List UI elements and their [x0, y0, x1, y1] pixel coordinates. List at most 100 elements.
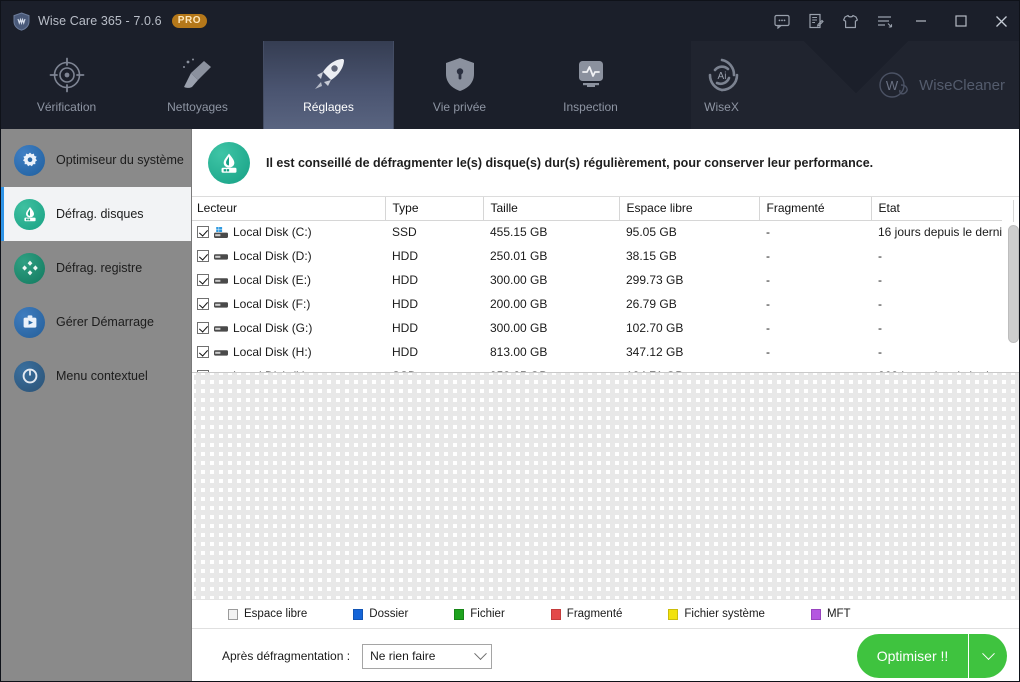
drive-checkbox[interactable] — [197, 346, 209, 358]
column-header-fragmente[interactable]: Fragmenté — [758, 197, 871, 221]
size-cell: 953.85 GB — [483, 364, 619, 372]
sidebar-item-label: Menu contextuel — [56, 369, 148, 383]
legend-item-fragmente: Fragmenté — [550, 608, 623, 620]
column-header-taille[interactable]: Taille — [482, 197, 619, 221]
scrollbar-thumb[interactable] — [1008, 225, 1019, 343]
legend-swatch — [353, 608, 364, 620]
drives-table: Lecteur Type Taille Espace libre Fragmen… — [192, 197, 1002, 372]
table-row[interactable]: Local Disk (F:) HDD 200.00 GB 26.79 GB -… — [192, 292, 1002, 316]
windows-disk-icon — [214, 226, 228, 238]
optimize-dropdown-button[interactable] — [969, 634, 1007, 678]
nav-label: Réglages — [303, 100, 354, 114]
drive-checkbox[interactable] — [197, 274, 209, 286]
after-defrag-value: Ne rien faire — [370, 649, 436, 663]
legend-label: Fragmenté — [566, 608, 623, 620]
table-row[interactable]: Local Disk (C:) SSD 455.15 GB 95.05 GB -… — [192, 220, 1002, 244]
pro-badge: PRO — [171, 14, 208, 28]
feedback-icon[interactable] — [765, 1, 799, 41]
title-bar: Wise Care 365 - 7.0.6 PRO — [1, 1, 1019, 41]
free-cell: 124.71 GB — [619, 364, 759, 372]
scrollbar-divider — [1013, 200, 1014, 222]
drive-cell[interactable]: Local Disk (F:) — [192, 292, 385, 316]
defrag-cluster-map-cells — [194, 373, 1019, 599]
sidebar-item-optimiseur-du-systeme[interactable]: Optimiseur du système — [1, 133, 191, 187]
after-defrag-select[interactable]: Ne rien faire — [362, 643, 493, 669]
sidebar-item-label: Gérer Démarrage — [56, 315, 154, 329]
maximize-button[interactable] — [941, 1, 981, 41]
defrag-panel: Il est conseillé de défragmenter le(s) d… — [192, 129, 1019, 681]
nav-item-vie-privee[interactable]: Vie privée — [394, 41, 525, 129]
table-row[interactable]: Local Disk (G:) HDD 300.00 GB 102.70 GB … — [192, 316, 1002, 340]
drive-name: Local Disk (G:) — [233, 321, 313, 335]
skin-shirt-icon[interactable] — [833, 1, 867, 41]
menu-list-icon[interactable] — [867, 1, 901, 41]
table-row[interactable]: Local Disk (E:) HDD 300.00 GB 299.73 GB … — [192, 268, 1002, 292]
frag-cell: - — [766, 321, 770, 335]
brand-name: WiseCleaner — [919, 76, 1005, 94]
state-cell: - — [878, 345, 882, 359]
table-row[interactable]: Local Disk (I:) SSD 953.85 GB 124.71 GB … — [192, 364, 1002, 372]
column-header-espace-libre[interactable]: Espace libre — [618, 197, 759, 221]
title-bar-controls — [765, 1, 1019, 41]
wise-care-365-window: Wise Care 365 - 7.0.6 PRO Vérification N… — [0, 0, 1020, 682]
column-header-type[interactable]: Type — [384, 197, 483, 221]
legend-label: Fichier système — [684, 608, 765, 620]
frag-cell: - — [766, 345, 770, 359]
shield-icon — [13, 11, 30, 31]
broom-icon — [178, 56, 218, 94]
content-area: Optimiseur du système Défrag. disques Dé… — [1, 129, 1019, 681]
free-cell: 347.12 GB — [626, 345, 684, 359]
disk-icon — [214, 277, 228, 284]
context-menu-icon — [14, 360, 45, 392]
nav-item-reglages[interactable]: Réglages — [263, 41, 394, 129]
free-cell: 299.73 GB — [626, 273, 684, 287]
column-header-etat[interactable]: Etat — [870, 197, 1002, 221]
table-scrollbar[interactable] — [1008, 200, 1019, 367]
disk-icon — [214, 325, 228, 332]
sidebar-item-defrag-registre[interactable]: Défrag. registre — [1, 241, 191, 295]
drive-checkbox[interactable] — [197, 322, 209, 334]
legend-item-dossier: Dossier — [353, 608, 408, 620]
size-cell: 813.00 GB — [490, 345, 548, 359]
legend-swatch — [810, 608, 821, 620]
nav-label: Inspection — [563, 100, 618, 114]
close-button[interactable] — [981, 1, 1019, 41]
advice-text: Il est conseillé de défragmenter le(s) d… — [266, 155, 874, 170]
drive-cell[interactable]: Local Disk (C:) — [192, 220, 385, 244]
sidebar-item-label: Défrag. disques — [56, 207, 144, 221]
drive-cell[interactable]: Local Disk (G:) — [192, 316, 385, 340]
nav-item-inspection[interactable]: Inspection — [525, 41, 656, 129]
sidebar-item-gerer-demarrage[interactable]: Gérer Démarrage — [1, 295, 191, 349]
drive-cell[interactable]: Local Disk (I:) — [192, 364, 385, 372]
legend-label: Espace libre — [244, 608, 308, 620]
column-header-lecteur[interactable]: Lecteur — [192, 197, 385, 221]
legend-item-fichier-systeme: Fichier système — [668, 608, 765, 620]
drive-name: Local Disk (F:) — [233, 297, 311, 311]
optimize-button[interactable]: Optimiser !! — [857, 634, 969, 678]
monitor-pulse-icon — [572, 56, 610, 94]
drive-checkbox[interactable] — [197, 226, 209, 239]
nav-item-wisex[interactable]: Ai WiseX — [656, 41, 787, 129]
note-edit-icon[interactable] — [799, 1, 833, 41]
size-cell: 300.00 GB — [490, 273, 548, 287]
table-row[interactable]: Local Disk (H:) HDD 813.00 GB 347.12 GB … — [192, 340, 1002, 364]
drive-name: Local Disk (H:) — [233, 345, 312, 359]
advice-banner: Il est conseillé de défragmenter le(s) d… — [192, 129, 1019, 197]
sidebar-item-menu-contextuel[interactable]: Menu contextuel — [1, 349, 191, 403]
legend-item-espace-libre: Espace libre — [228, 608, 307, 620]
drive-checkbox[interactable] — [197, 250, 209, 262]
minimize-button[interactable] — [901, 1, 941, 41]
footer-bar: Après défragmentation : Ne rien faire Op… — [192, 629, 1019, 681]
drive-cell[interactable]: Local Disk (H:) — [192, 340, 385, 364]
drive-cell[interactable]: Local Disk (D:) — [192, 244, 385, 268]
sidebar: Optimiseur du système Défrag. disques Dé… — [1, 129, 192, 681]
type-cell: HDD — [392, 249, 418, 263]
nav-item-verification[interactable]: Vérification — [1, 41, 132, 129]
drive-cell[interactable]: Local Disk (E:) — [192, 268, 385, 292]
nav-label: WiseX — [704, 100, 739, 114]
drive-checkbox[interactable] — [197, 298, 209, 310]
sidebar-item-defrag-disques[interactable]: Défrag. disques — [1, 187, 191, 241]
nav-item-nettoyages[interactable]: Nettoyages — [132, 41, 263, 129]
rocket-icon — [309, 56, 349, 94]
table-row[interactable]: Local Disk (D:) HDD 250.01 GB 38.15 GB -… — [192, 244, 1002, 268]
